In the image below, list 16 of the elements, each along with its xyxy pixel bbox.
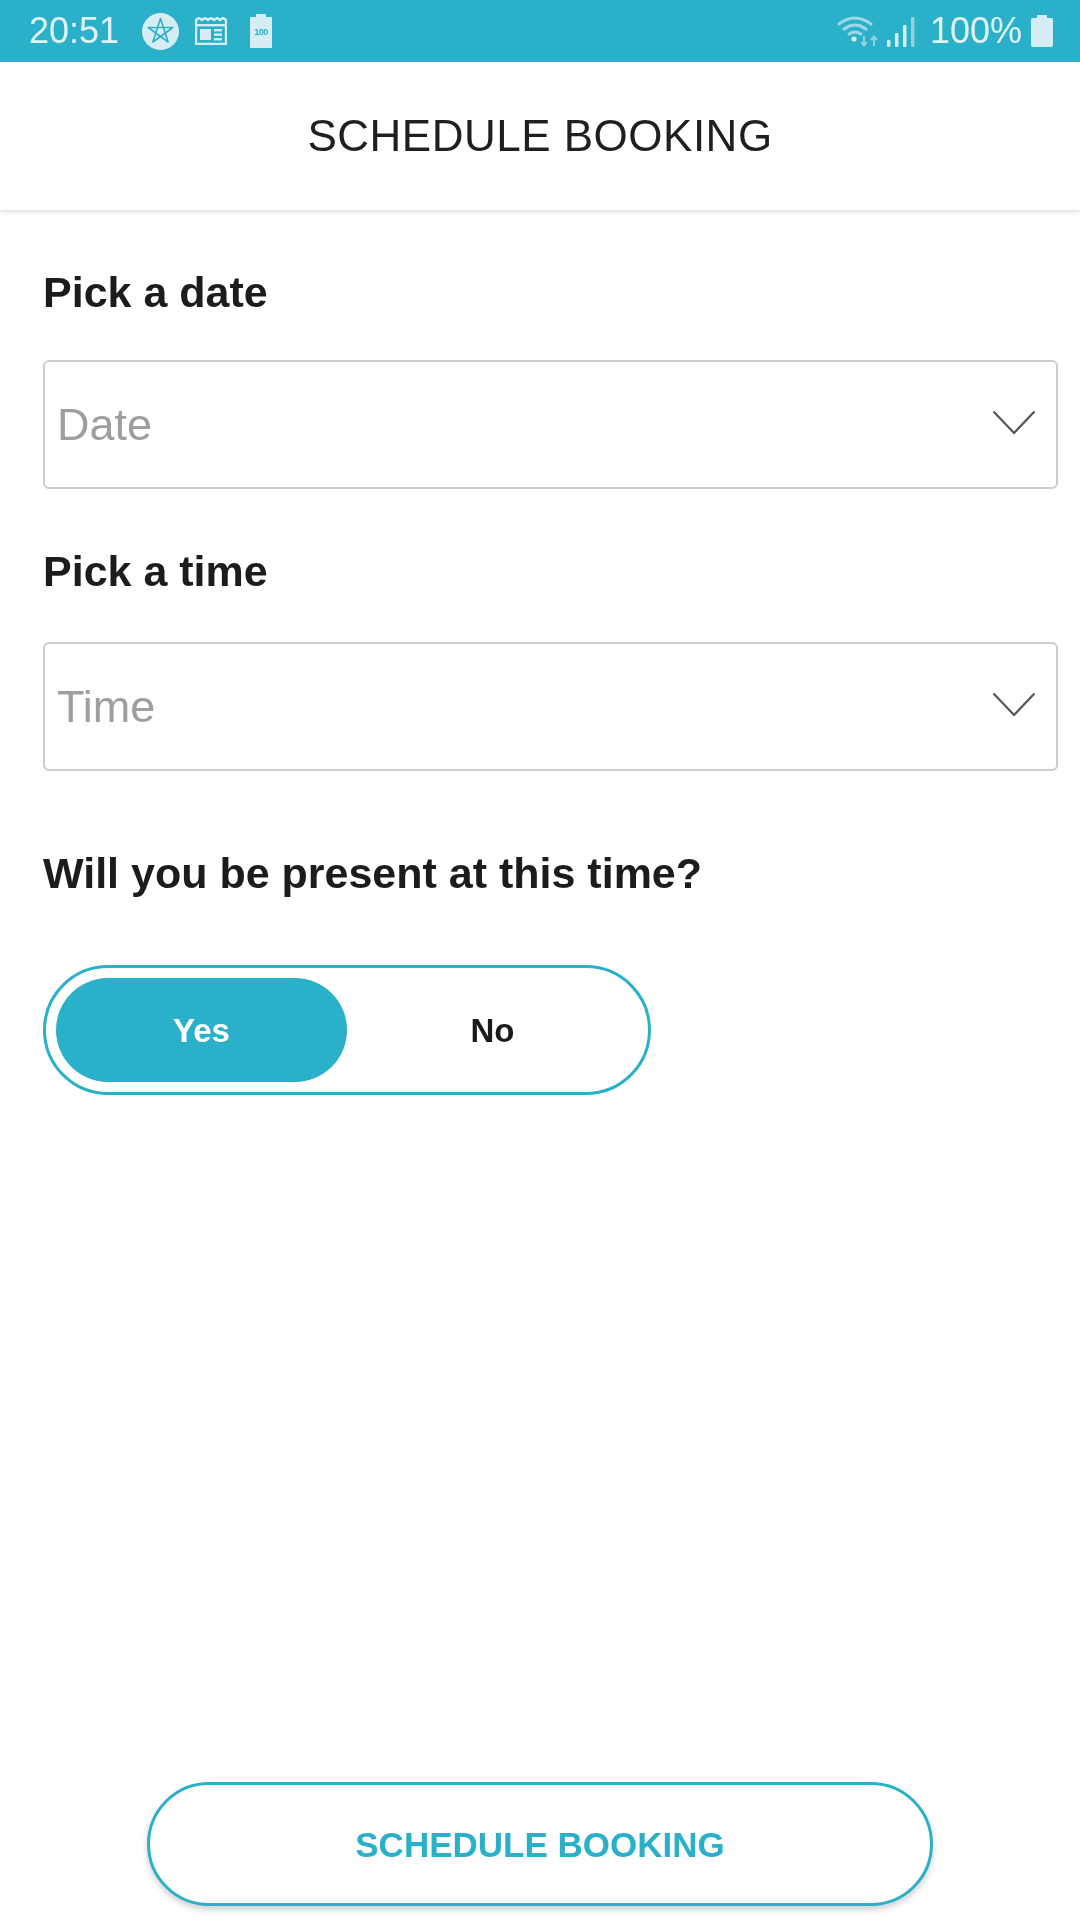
battery-icon	[1031, 15, 1053, 47]
question-label: Will you be present at this time?	[43, 848, 704, 899]
status-time: 20:51	[29, 13, 120, 49]
wifi-icon	[836, 15, 880, 47]
battery-percentage: 100%	[929, 13, 1022, 49]
date-select-field[interactable]: Date	[43, 360, 1058, 489]
battery-icon: 100	[250, 14, 273, 48]
page-title: SCHEDULE BOOKING	[307, 114, 773, 158]
schedule-booking-button[interactable]: SCHEDULE BOOKING	[147, 1782, 933, 1906]
toggle-option[interactable]: No	[347, 978, 638, 1082]
field-label: Pick a time	[43, 546, 269, 597]
toggle-option[interactable]: Yes	[56, 978, 347, 1082]
field-label: Pick a date	[43, 267, 269, 318]
newspaper-icon	[195, 17, 228, 45]
signal-icon	[885, 15, 915, 47]
time-select-field[interactable]: Time	[43, 642, 1058, 771]
